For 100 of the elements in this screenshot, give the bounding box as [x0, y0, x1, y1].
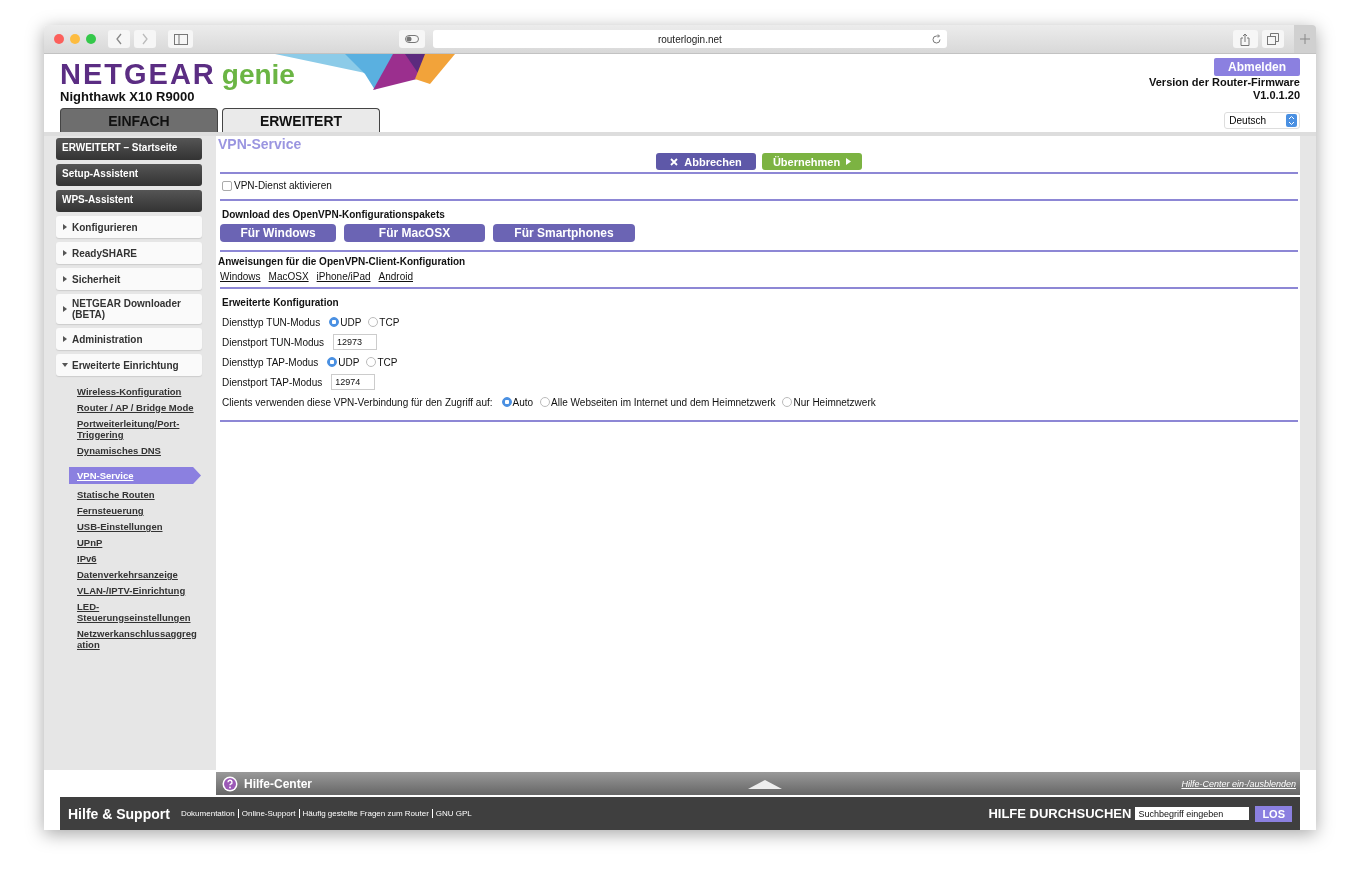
radio-button[interactable]	[329, 317, 340, 327]
minimize-dot[interactable]	[70, 34, 80, 44]
submenu-link[interactable]: UPnP	[56, 537, 201, 548]
zoom-dot[interactable]	[86, 34, 96, 44]
language-select[interactable]: Deutsch	[1224, 111, 1300, 129]
close-dot[interactable]	[54, 34, 64, 44]
play-icon	[846, 158, 852, 165]
download-button[interactable]: Für MacOSX	[344, 224, 485, 242]
instruction-link[interactable]: Android	[378, 271, 413, 282]
section-heading: Download des OpenVPN-Konfigurationspakets	[222, 209, 446, 220]
radio-label: Nur Heimnetzwerk	[793, 396, 876, 408]
section-label: Erweiterte Einrichtung	[72, 359, 179, 371]
menu-section[interactable]: NETGEAR Downloader (BETA)	[56, 294, 202, 324]
field-label: Clients verwenden diese VPN-Verbindung für den Zugriff auf:	[222, 396, 493, 408]
share-icon	[1240, 32, 1251, 46]
reader-button[interactable]	[399, 30, 426, 48]
radio-label: TCP	[377, 356, 398, 368]
toggle-icon	[405, 35, 420, 43]
sidebar-button[interactable]	[167, 30, 194, 48]
firmware-label: Version der Router-Firmware	[1149, 76, 1300, 89]
share-button[interactable]	[1232, 30, 1259, 48]
forward-button[interactable]	[133, 30, 156, 48]
select-arrows-icon	[1286, 113, 1297, 127]
radio-button[interactable]	[327, 357, 338, 367]
footer-link[interactable]: Häufig gestellte Fragen zum Router	[302, 809, 429, 818]
instruction-link[interactable]: Windows	[220, 271, 261, 282]
close-icon	[670, 157, 679, 166]
menu-section[interactable]: ReadySHARE	[56, 242, 202, 264]
sidebar-icon	[173, 33, 188, 45]
menu-section[interactable]: Administration	[56, 328, 202, 350]
search-field[interactable]: Suchbegriff eingeben	[1135, 807, 1250, 820]
page-title: VPN-Service	[218, 136, 303, 152]
forward-icon	[140, 33, 149, 45]
submenu-link[interactable]: Fernsteuerung	[56, 505, 201, 516]
address-bar[interactable]: routerlogin.net	[433, 30, 947, 48]
submenu-link[interactable]: LED-Steuerungseinstellungen	[56, 601, 201, 623]
new-tab-button[interactable]	[1294, 25, 1316, 53]
tabs-icon	[1267, 33, 1280, 45]
section-label: NETGEAR Downloader (BETA)	[72, 298, 182, 320]
radio-label: Auto	[512, 396, 534, 408]
field-label: Dienstport TUN-Modus	[222, 336, 325, 348]
field-label: Diensttyp TUN-Modus	[222, 316, 321, 328]
menu-section[interactable]: Sicherheit	[56, 268, 202, 290]
submenu-link[interactable]: IPv6	[56, 553, 201, 564]
menu-button[interactable]: WPS-Assistent	[56, 190, 202, 212]
submenu-link[interactable]: Statische Routen	[56, 489, 201, 500]
radio-label: Alle Webseiten im Internet und dem Heimnetzwerk	[551, 396, 776, 408]
footer-link[interactable]: Dokumentation	[180, 809, 235, 818]
help-center-title: Hilfe-Center	[244, 776, 312, 791]
plus-icon	[1300, 34, 1311, 44]
model-name: Nighthawk X10 R9000	[60, 89, 196, 104]
submenu-link[interactable]: VLAN-/IPTV-Einrichtung	[56, 585, 201, 596]
checkbox-label: VPN-Dienst aktivieren	[234, 180, 332, 191]
menu-section[interactable]: Erweiterte Einrichtung	[56, 354, 202, 376]
tabs-button[interactable]	[1262, 30, 1285, 48]
menu-button[interactable]: Setup-Assistent	[56, 164, 202, 186]
help-icon[interactable]	[222, 775, 238, 792]
field-label: Diensttyp TAP-Modus	[222, 356, 319, 368]
radio-label: UDP	[340, 316, 362, 328]
radio-button[interactable]	[782, 397, 793, 407]
expand-arrow-icon[interactable]	[748, 778, 782, 789]
submenu-link[interactable]: USB-Einstellungen	[56, 521, 201, 532]
submenu-link[interactable]: Netzwerkanschlussaggregation	[56, 628, 201, 650]
radio-button[interactable]	[368, 317, 379, 327]
checkbox[interactable]	[222, 180, 232, 191]
radio-button[interactable]	[366, 357, 377, 367]
tab[interactable]: EINFACH	[60, 108, 218, 132]
product-logo: genie	[221, 59, 295, 91]
submenu-link[interactable]: Portweiterleitung/Port-Triggering	[56, 418, 201, 440]
section-label: Konfigurieren	[72, 221, 138, 233]
submenu-link[interactable]: Router / AP / Bridge Mode	[56, 402, 201, 413]
footer-link[interactable]: GNU GPL	[435, 809, 472, 818]
radio-label: TCP	[379, 316, 400, 328]
instruction-link[interactable]: MacOSX	[268, 271, 309, 282]
download-button[interactable]: Für Smartphones	[493, 224, 635, 242]
radio-button[interactable]	[501, 397, 512, 407]
submenu-link[interactable]: Dynamisches DNS	[56, 445, 201, 456]
firmware-version: V1.0.1.20	[1252, 89, 1300, 102]
port-field[interactable]: 12973	[333, 334, 378, 350]
radio-button[interactable]	[540, 397, 551, 407]
footer-title: Hilfe & Support	[68, 805, 170, 822]
section-label: Sicherheit	[72, 273, 121, 285]
section-heading: Anweisungen für die OpenVPN-Client-Konfiguration	[218, 256, 467, 267]
download-button[interactable]: Für Windows	[220, 224, 336, 242]
menu-button[interactable]: ERWEITERT – Startseite	[56, 138, 202, 160]
instruction-link[interactable]: iPhone/iPad	[316, 271, 371, 282]
menu-section[interactable]: Konfigurieren	[56, 216, 202, 238]
port-field[interactable]: 12974	[331, 374, 376, 390]
radio-label: UDP	[338, 356, 360, 368]
field-label: Dienstport TAP-Modus	[222, 376, 323, 388]
brand-logo: NETGEAR	[60, 58, 216, 91]
footer-link[interactable]: Online-Support	[241, 809, 296, 818]
back-icon	[114, 33, 123, 45]
submenu-link[interactable]: Wireless-Konfiguration	[56, 386, 201, 397]
submenu-link[interactable]: Datenverkehrsanzeige	[56, 569, 201, 580]
help-toggle-link[interactable]: Hilfe-Center ein-/ausblenden	[1181, 778, 1296, 789]
tab[interactable]: ERWEITERT	[222, 108, 380, 132]
back-button[interactable]	[108, 30, 130, 48]
cancel-button[interactable]: Abbrechen	[656, 153, 756, 170]
reload-icon[interactable]	[930, 34, 942, 45]
